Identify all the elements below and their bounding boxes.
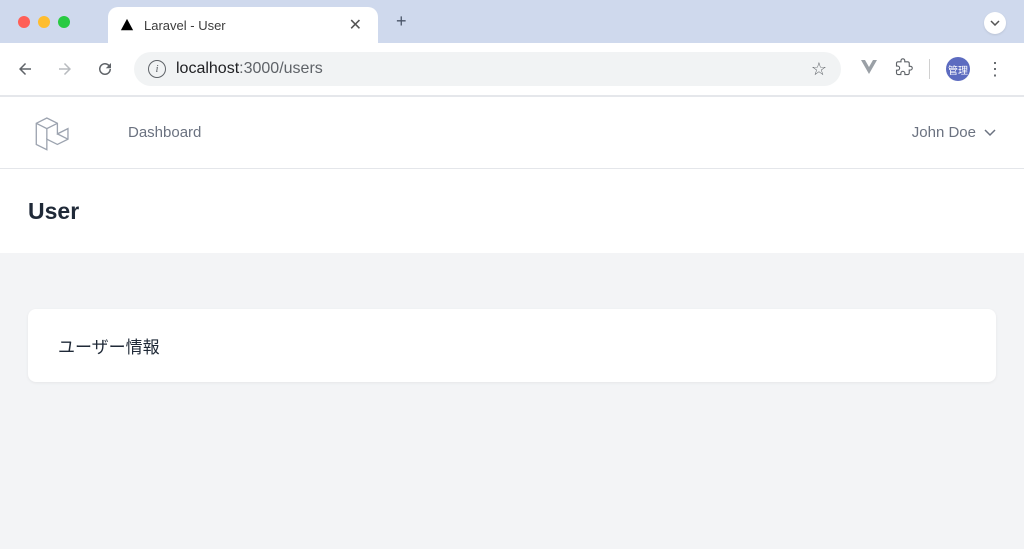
close-window-button[interactable] <box>18 16 30 28</box>
bookmark-star-icon[interactable]: ☆ <box>811 59 827 80</box>
user-menu-name: John Doe <box>912 124 976 141</box>
extensions-icon[interactable] <box>895 58 913 81</box>
laravel-logo-icon[interactable] <box>28 108 78 158</box>
toolbar-divider <box>929 59 930 79</box>
vue-extension-icon[interactable] <box>859 58 879 81</box>
chevron-down-icon <box>984 124 996 141</box>
url-text: localhost:3000/users <box>176 60 323 78</box>
nav-dashboard[interactable]: Dashboard <box>128 124 201 141</box>
user-info-card: ユーザー情報 <box>28 309 996 382</box>
browser-chrome-right <box>984 12 1006 34</box>
url-bar[interactable]: i localhost:3000/users ☆ <box>134 52 841 86</box>
tabs-dropdown-button[interactable] <box>984 12 1006 34</box>
content-area: ユーザー情報 <box>0 253 1024 549</box>
forward-button[interactable] <box>54 58 76 80</box>
back-button[interactable] <box>14 58 36 80</box>
reload-button[interactable] <box>94 58 116 80</box>
browser-tab-active[interactable]: Laravel - User ✕ <box>108 7 378 43</box>
browser-tab-bar: Laravel - User ✕ + <box>0 0 1024 43</box>
close-tab-icon[interactable]: ✕ <box>345 15 366 35</box>
profile-avatar[interactable]: 管理 <box>946 57 970 81</box>
site-info-icon[interactable]: i <box>148 60 166 78</box>
window-controls <box>0 16 70 28</box>
minimize-window-button[interactable] <box>38 16 50 28</box>
tab-title: Laravel - User <box>144 18 345 33</box>
new-tab-button[interactable]: + <box>388 11 415 32</box>
app-header: Dashboard John Doe <box>0 97 1024 169</box>
user-menu[interactable]: John Doe <box>912 124 996 141</box>
browser-menu-icon[interactable]: ⋮ <box>986 59 1004 80</box>
vercel-icon <box>120 18 134 32</box>
card-heading: ユーザー情報 <box>58 333 966 358</box>
browser-address-bar: i localhost:3000/users ☆ 管理 ⋮ <box>0 43 1024 95</box>
page-title: User <box>28 198 79 225</box>
maximize-window-button[interactable] <box>58 16 70 28</box>
browser-toolbar: 管理 ⋮ <box>859 57 1010 81</box>
page-title-bar: User <box>0 169 1024 253</box>
